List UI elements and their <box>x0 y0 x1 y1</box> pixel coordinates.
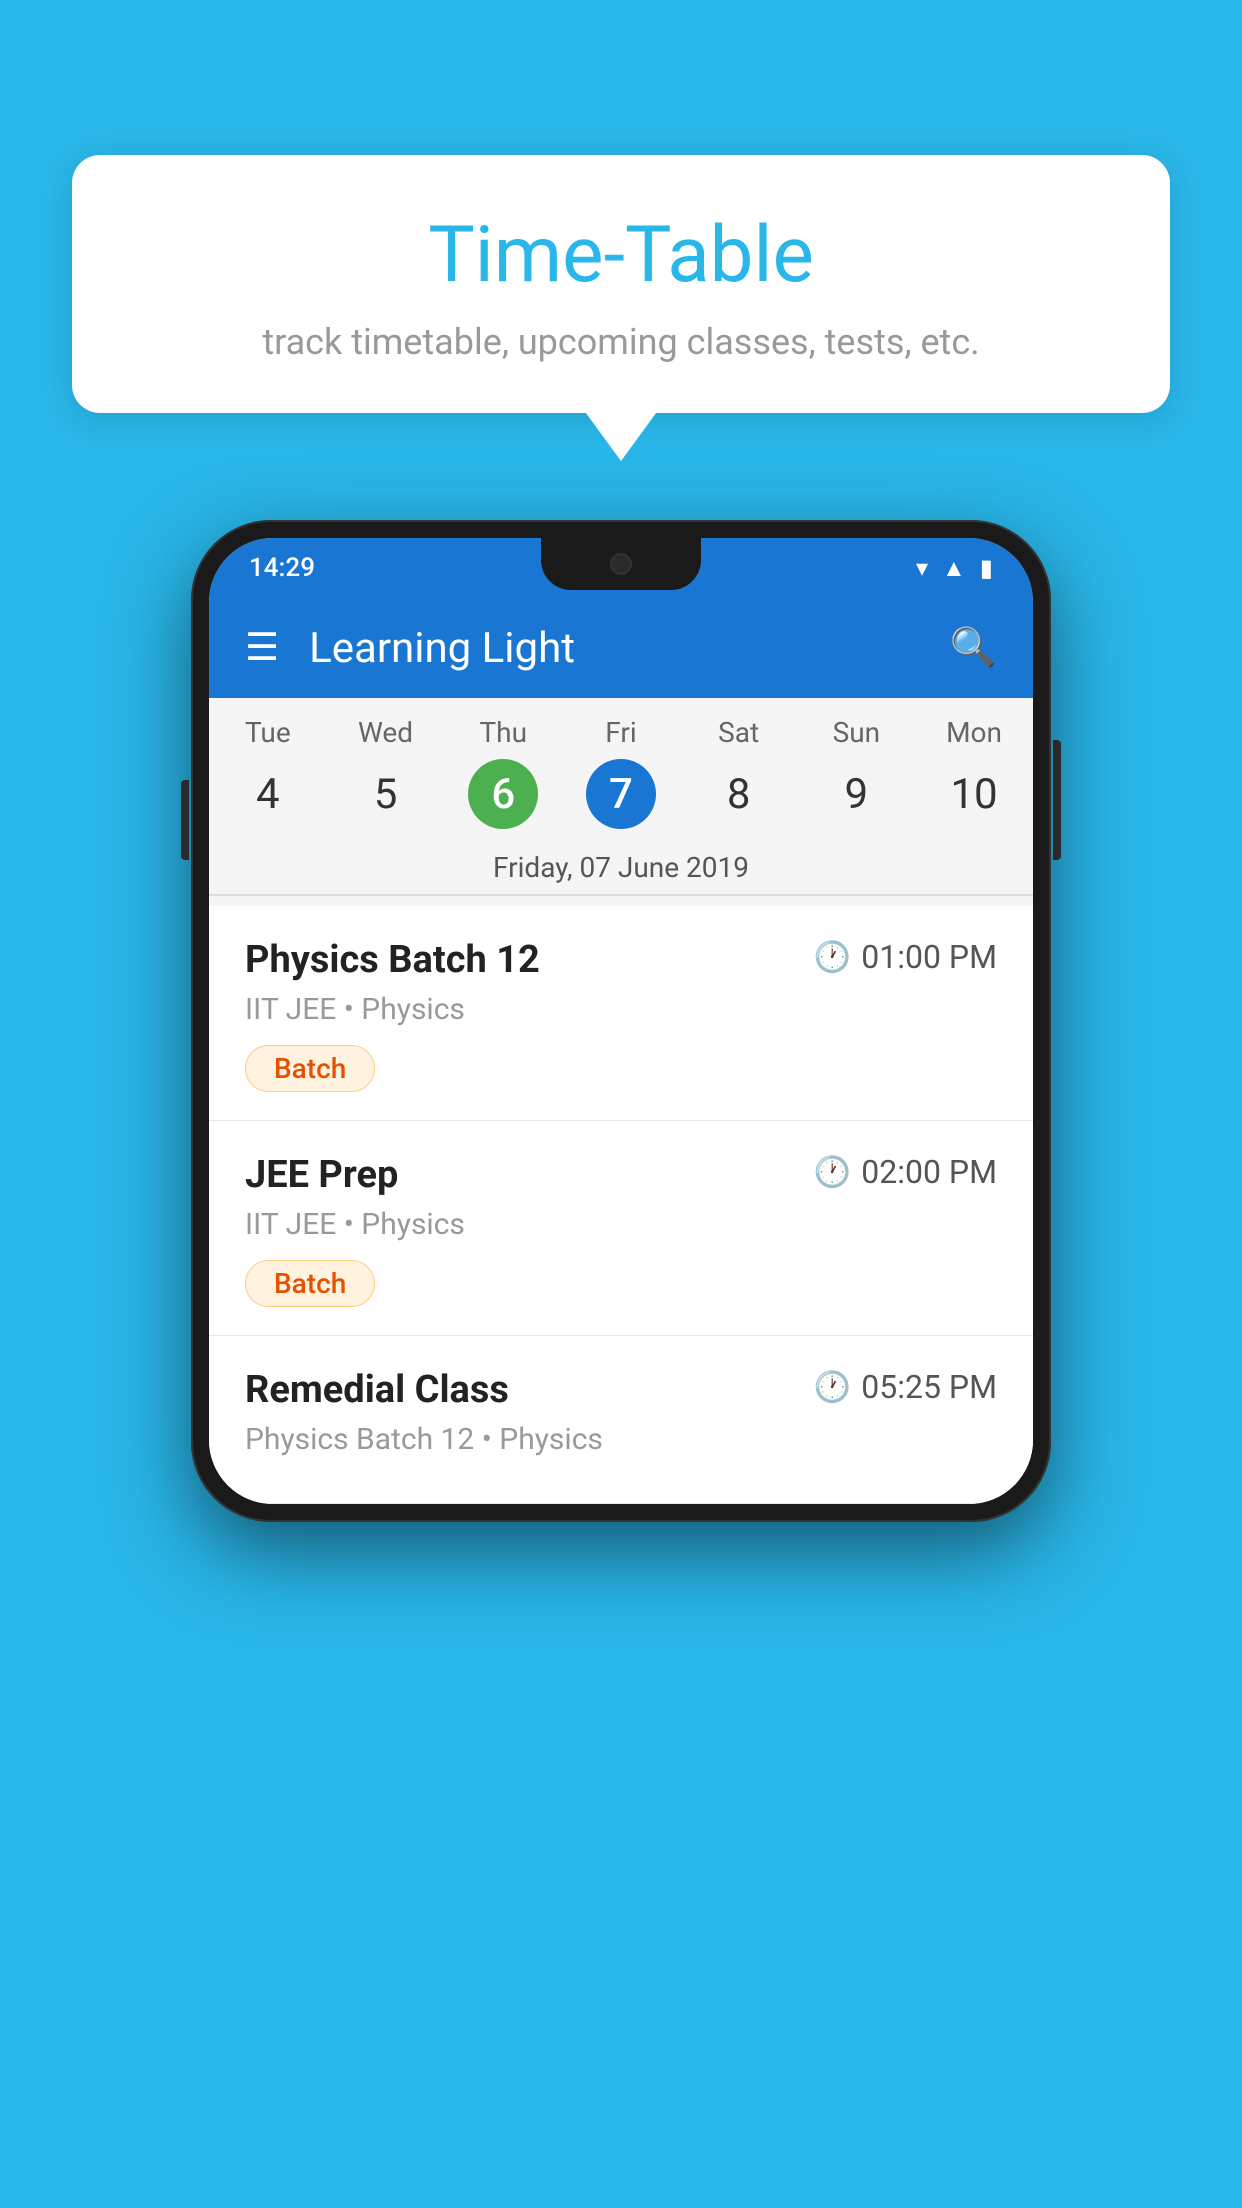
day-col-thu[interactable]: Thu 6 <box>453 716 553 829</box>
clock-icon: 🕐 <box>814 1155 851 1190</box>
app-feature-title: Time-Table <box>132 210 1110 301</box>
power-button <box>1053 740 1061 860</box>
app-feature-subtitle: track timetable, upcoming classes, tests… <box>132 321 1110 363</box>
status-icons: ▾ ▲ ▮ <box>916 554 993 583</box>
days-row: Tue 4 Wed 5 Thu 6 Fri 7 Sat 8 Sun 9 Mon 10 <box>209 698 1033 837</box>
schedule-item-header: Physics Batch 12 🕐 01:00 PM <box>245 938 997 982</box>
time-value: 02:00 PM <box>861 1153 997 1191</box>
schedule-item-title: JEE Prep <box>245 1153 398 1197</box>
clock-icon: 🕐 <box>814 1370 851 1405</box>
day-name: Thu <box>479 716 527 749</box>
day-name: Fri <box>605 716 636 749</box>
schedule-item[interactable]: JEE Prep 🕐 02:00 PM IIT JEE • Physics Ba… <box>209 1121 1033 1336</box>
volume-button <box>181 780 189 860</box>
day-name: Tue <box>245 716 291 749</box>
day-number[interactable]: 6 <box>468 759 538 829</box>
day-col-wed[interactable]: Wed 5 <box>336 716 436 829</box>
schedule-item-title: Remedial Class <box>245 1368 509 1412</box>
clock-icon: 🕐 <box>814 940 851 975</box>
batch-tag: Batch <box>245 1045 375 1092</box>
day-name: Sat <box>718 716 759 749</box>
day-number[interactable]: 4 <box>233 759 303 829</box>
phone-screen: 14:29 ▾ ▲ ▮ ☰ Learning Light 🔍 Tue4Wed5T… <box>209 538 1033 1504</box>
day-number[interactable]: 5 <box>351 759 421 829</box>
calendar-strip: Tue 4 Wed 5 Thu 6 Fri 7 Sat 8 Sun 9 Mon 10 Friday, 07… <box>209 698 1033 906</box>
schedule-item-subtitle: IIT JEE • Physics <box>245 992 997 1027</box>
schedule-item-time: 🕐 01:00 PM <box>814 938 997 976</box>
day-number[interactable]: 8 <box>704 759 774 829</box>
day-col-sat[interactable]: Sat 8 <box>689 716 789 829</box>
front-camera <box>610 553 632 575</box>
day-col-sun[interactable]: Sun 9 <box>806 716 906 829</box>
day-col-fri[interactable]: Fri 7 <box>571 716 671 829</box>
schedule-item-title: Physics Batch 12 <box>245 938 540 982</box>
day-col-mon[interactable]: Mon 10 <box>924 716 1024 829</box>
phone-mockup: 14:29 ▾ ▲ ▮ ☰ Learning Light 🔍 Tue4Wed5T… <box>191 520 1051 1522</box>
signal-icon: ▲ <box>942 554 966 583</box>
day-number[interactable]: 10 <box>939 759 1009 829</box>
schedule-item[interactable]: Remedial Class 🕐 05:25 PM Physics Batch … <box>209 1336 1033 1504</box>
time-value: 01:00 PM <box>861 938 997 976</box>
hamburger-icon[interactable]: ☰ <box>245 629 279 667</box>
schedule-item-time: 🕐 05:25 PM <box>814 1368 997 1406</box>
schedule-item-header: Remedial Class 🕐 05:25 PM <box>245 1368 997 1412</box>
day-name: Sun <box>833 716 881 749</box>
battery-icon: ▮ <box>980 554 993 582</box>
batch-tag: Batch <box>245 1260 375 1307</box>
schedule-item-header: JEE Prep 🕐 02:00 PM <box>245 1153 997 1197</box>
status-time: 14:29 <box>249 553 315 583</box>
schedule-list: Physics Batch 12 🕐 01:00 PM IIT JEE • Ph… <box>209 906 1033 1504</box>
day-name: Mon <box>946 716 1002 749</box>
schedule-item[interactable]: Physics Batch 12 🕐 01:00 PM IIT JEE • Ph… <box>209 906 1033 1121</box>
day-name: Wed <box>358 716 413 749</box>
search-icon[interactable]: 🔍 <box>950 626 997 670</box>
phone-frame: 14:29 ▾ ▲ ▮ ☰ Learning Light 🔍 Tue4Wed5T… <box>191 520 1051 1522</box>
calendar-divider <box>209 894 1033 896</box>
day-number[interactable]: 9 <box>821 759 891 829</box>
speech-bubble: Time-Table track timetable, upcoming cla… <box>72 155 1170 413</box>
app-bar-title: Learning Light <box>309 624 920 673</box>
selected-date-label: Friday, 07 June 2019 <box>209 837 1033 894</box>
phone-notch <box>541 538 701 590</box>
day-col-tue[interactable]: Tue 4 <box>218 716 318 829</box>
app-bar: ☰ Learning Light 🔍 <box>209 598 1033 698</box>
time-value: 05:25 PM <box>861 1368 997 1406</box>
schedule-item-subtitle: IIT JEE • Physics <box>245 1207 997 1242</box>
day-number[interactable]: 7 <box>586 759 656 829</box>
schedule-item-time: 🕐 02:00 PM <box>814 1153 997 1191</box>
wifi-icon: ▾ <box>916 554 928 582</box>
schedule-item-subtitle: Physics Batch 12 • Physics <box>245 1422 997 1457</box>
